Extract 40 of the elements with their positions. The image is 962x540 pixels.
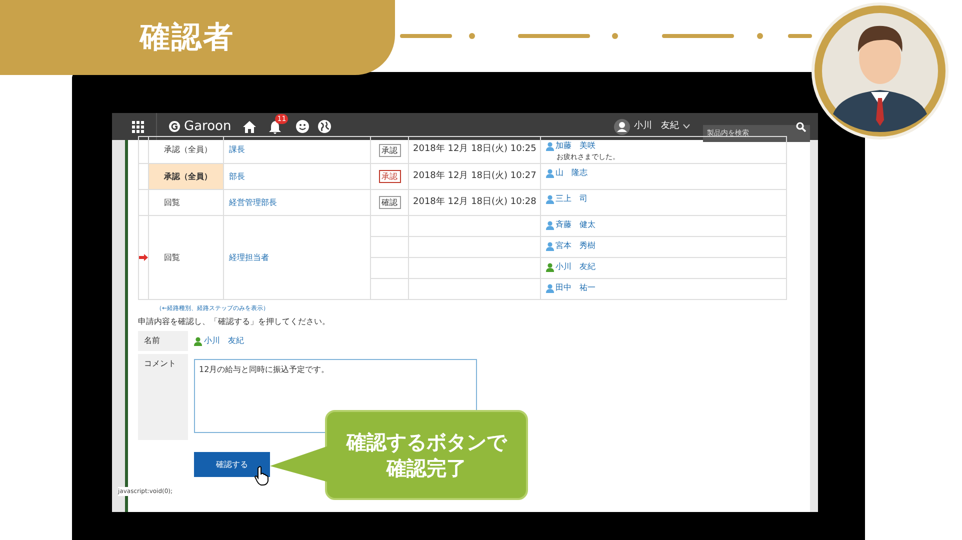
date-cell: 2018年 12月 18日(火) 10:27 <box>408 164 541 190</box>
confirm-button[interactable]: 確認する <box>194 452 270 477</box>
scrollbar-track[interactable] <box>810 140 818 512</box>
form-label: コメント <box>138 354 188 440</box>
user-name-link[interactable]: 斉藤 健太 <box>555 219 596 231</box>
user-name-link[interactable]: 小川 友紀 <box>204 335 244 347</box>
user-name-link[interactable]: 加藤 美咲 <box>555 140 596 152</box>
step-type-cell: 承認（全員） <box>148 164 224 190</box>
user-menu[interactable]: 小川 友紀 <box>634 120 690 134</box>
form-label: 名前 <box>138 331 188 351</box>
user-name-link[interactable]: 小川 友紀 <box>555 261 596 273</box>
banner-title: 確認者 <box>140 19 234 57</box>
role-link[interactable]: 経理担当者 <box>229 252 269 262</box>
smiley-icon[interactable] <box>296 120 310 133</box>
app-grid-icon[interactable] <box>132 120 144 132</box>
user-name-link[interactable]: 山 隆志 <box>555 167 588 179</box>
app-name[interactable]: Garoon <box>184 116 232 136</box>
status-badge: 確認 <box>378 196 400 209</box>
user-name-link[interactable]: 三上 司 <box>555 193 588 205</box>
callout-text: 確認完了 <box>386 455 466 481</box>
logo-icon <box>169 121 180 132</box>
user-name-link[interactable]: 田中 祐一 <box>555 282 596 294</box>
step-type-cell: 回覧 <box>148 216 224 300</box>
user-avatar-icon[interactable] <box>614 118 630 134</box>
status-badge: 承認 <box>378 170 400 183</box>
chevron-down-icon <box>683 124 690 129</box>
role-link[interactable]: 課長 <box>229 145 245 154</box>
hand-cursor-icon <box>254 466 270 486</box>
user-icon <box>194 336 202 346</box>
bell-icon[interactable] <box>269 120 282 134</box>
date-cell: 2018年 12月 18日(火) 10:28 <box>408 190 541 216</box>
date-cell: 2018年 12月 18日(火) 10:25 <box>408 136 541 164</box>
instruction-text: 申請内容を確認し、「確認する」を押してください。 <box>138 316 331 328</box>
user-name-link[interactable]: 宮本 秀樹 <box>555 240 596 252</box>
step-type-cell: 回覧 <box>148 190 224 216</box>
status-badge: 承認 <box>378 144 400 156</box>
role-link[interactable]: 経営管理部長 <box>229 198 277 206</box>
role-link[interactable]: 部長 <box>229 172 245 180</box>
search-icon[interactable] <box>796 122 806 132</box>
home-icon[interactable] <box>243 120 256 132</box>
